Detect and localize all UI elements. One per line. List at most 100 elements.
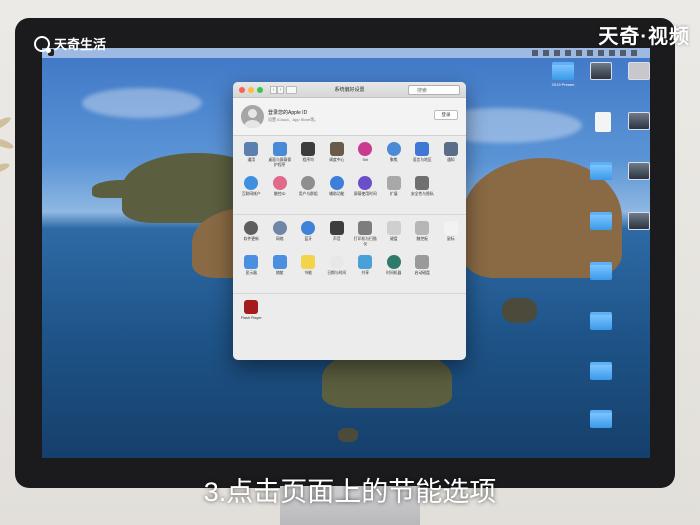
security-icon [415,176,430,190]
desktop-file-thumb[interactable] [622,62,656,82]
system-preferences-window: ‹ › 系统偏好设置 登录您的Apple ID 设置 iCloud、App St… [233,82,466,360]
pref-pane-mission-control[interactable]: 调度中心 [323,142,352,176]
notifications-icon [443,142,458,156]
desktop-file-thumb[interactable] [622,112,656,132]
pref-pane-language[interactable]: 语言与地区 [408,142,437,176]
accessibility-icon [329,176,344,190]
pane-section-hardware: 软件更新 网络 蓝牙 声音 打印机与扫描仪 键盘 触控板 鼠标 显示器 随航 节能 日期与时间 共享 时… [233,215,466,294]
desktop-file-thumb[interactable] [584,62,618,82]
desktop-folder[interactable] [584,162,618,182]
pref-pane-label: 声音 [332,237,341,241]
pref-pane-label: 通知 [446,158,455,162]
desktop-file-thumb[interactable] [622,162,656,182]
desktop-file-thumb[interactable] [622,212,656,232]
apple-id-subtitle: 设置 iCloud、App Store等。 [268,117,319,122]
pref-pane-label: 鼠标 [446,237,455,241]
pref-pane-desktop[interactable]: 桌面与屏幕保护程序 [266,142,295,176]
pref-pane-label: Flash Player [240,316,262,320]
network-icon [272,221,287,235]
pref-pane-label: 共享 [361,271,370,275]
pref-pane-internet-accounts[interactable]: 互联网帐户 [237,176,266,210]
instruction-caption: 3.点击页面上的节能选项 [203,477,497,507]
general-icon [244,142,259,156]
pref-pane-dock[interactable]: 程序坞 [294,142,323,176]
pref-pane-users[interactable]: 用户与群组 [294,176,323,210]
pane-section-other: Flash Player [233,294,466,338]
pref-pane-displays[interactable]: 显示器 [237,255,266,289]
language-icon [415,142,430,156]
desktop-document[interactable] [586,112,620,134]
displays-icon [244,255,259,269]
search-input[interactable] [408,85,460,95]
spotlight-icon [386,142,401,156]
pref-pane-security[interactable]: 安全性与隐私 [408,176,437,210]
cloud [82,88,202,118]
pref-pane-startup-disk[interactable]: 启动磁盘 [408,255,437,289]
desktop-folder[interactable]: 2019 Presen [546,62,580,87]
pref-pane-printer[interactable]: 打印机与扫描仪 [351,221,380,255]
login-button[interactable]: 登录 [434,110,458,120]
pref-pane-general[interactable]: 通用 [237,142,266,176]
pref-pane-label: 启动磁盘 [414,271,430,275]
desktop-icon [272,142,287,156]
pref-pane-bluetooth[interactable]: 蓝牙 [294,221,323,255]
pref-pane-software-update[interactable]: 软件更新 [237,221,266,255]
time-machine-icon [386,255,401,269]
pref-pane-flash-player[interactable]: Flash Player [237,300,266,334]
user-avatar-icon[interactable] [241,105,264,128]
pref-pane-extensions[interactable]: 扩展 [380,176,409,210]
pref-pane-accessibility[interactable]: 辅助功能 [323,176,352,210]
pref-pane-label: 调度中心 [329,158,345,162]
desktop-folder[interactable] [584,312,618,332]
apple-id-title: 登录您的Apple ID [268,110,308,116]
touch-id-icon [272,176,287,190]
pref-pane-sharing[interactable]: 共享 [351,255,380,289]
pref-pane-label: 桌面与屏幕保护程序 [268,158,292,167]
sidecar-icon [272,255,287,269]
pref-pane-label: 键盘 [389,237,398,241]
pref-pane-time-machine[interactable]: 时间机器 [380,255,409,289]
startup-disk-icon [415,255,430,269]
pane-section-personal: 通用 桌面与屏幕保护程序 程序坞 调度中心 Siri 聚焦 语言与地区 通知 互联网帐户 触控I… [233,136,466,215]
trackpad-icon [415,221,430,235]
pref-pane-trackpad[interactable]: 触控板 [408,221,437,255]
watermark-left-text: 天奇生活 [54,37,107,52]
internet-accounts-icon [244,176,259,190]
pref-pane-label: 触控板 [416,237,428,241]
pref-pane-notifications[interactable]: 通知 [437,142,466,176]
siri-icon [358,142,373,156]
pref-pane-energy-saver[interactable]: 节能 [294,255,323,289]
pref-pane-label: 聚焦 [389,158,398,162]
desktop-folder[interactable] [584,362,618,382]
wallpaper-rock [502,298,537,323]
pref-pane-label: 辅助功能 [329,192,345,196]
pref-pane-label: 用户与群组 [298,192,318,196]
pref-pane-sidecar[interactable]: 随航 [266,255,295,289]
desktop-folder[interactable] [584,262,618,282]
pref-pane-screen-time[interactable]: 屏幕使用时间 [351,176,380,210]
pref-pane-spotlight[interactable]: 聚焦 [380,142,409,176]
pref-pane-network[interactable]: 网络 [266,221,295,255]
wallpaper-rock [338,428,358,442]
date-time-icon [329,255,344,269]
pref-pane-label: 屏幕使用时间 [353,192,377,196]
pref-pane-keyboard[interactable]: 键盘 [380,221,409,255]
pref-pane-label: Siri [362,158,368,162]
desktop-folder[interactable] [584,212,618,232]
software-update-icon [244,221,259,235]
pref-pane-touch-id[interactable]: 触控ID [266,176,295,210]
pref-pane-sound[interactable]: 声音 [323,221,352,255]
desktop-folder[interactable] [584,410,618,430]
menu-bar-status-icons[interactable] [532,50,642,56]
pref-pane-label: 程序坞 [302,158,314,162]
pref-pane-label: 显示器 [245,271,257,275]
pref-pane-mouse[interactable]: 鼠标 [437,221,466,255]
extensions-icon [386,176,401,190]
pref-pane-siri[interactable]: Siri [351,142,380,176]
pref-pane-label: 扩展 [389,192,398,196]
pref-pane-date-time[interactable]: 日期与时间 [323,255,352,289]
sharing-icon [358,255,373,269]
screen-time-icon [358,176,373,190]
pref-pane-label: 时间机器 [386,271,402,275]
pref-pane-label: 语言与地区 [412,158,432,162]
